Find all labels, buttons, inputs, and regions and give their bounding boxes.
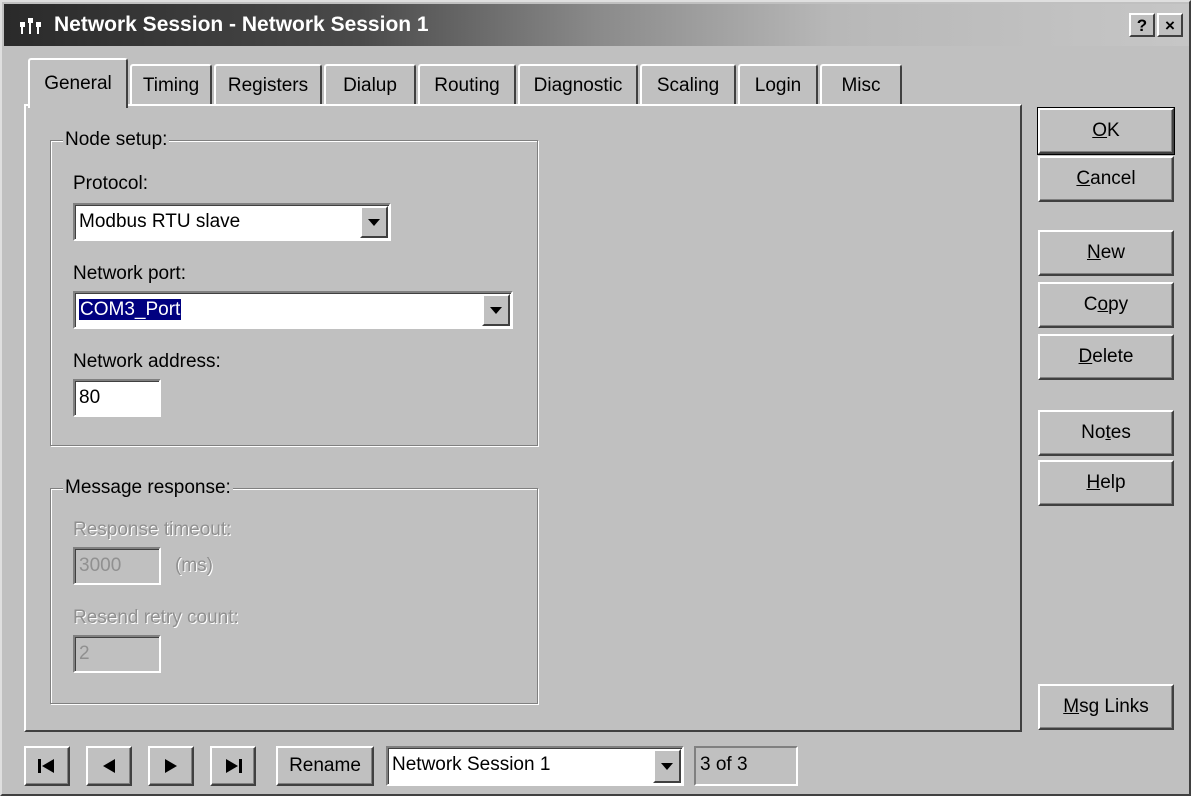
node-setup-group: Node setup: Protocol: Modbus RTU slave N… — [50, 129, 538, 446]
copy-label-pre: C — [1083, 294, 1098, 315]
session-dropdown-button[interactable] — [653, 749, 681, 783]
next-record-button[interactable] — [148, 746, 194, 786]
copy-label-post: py — [1108, 294, 1129, 315]
previous-record-button[interactable] — [86, 746, 132, 786]
record-counter: 3 of 3 — [694, 746, 798, 786]
tab-timing[interactable]: Timing — [130, 64, 212, 106]
last-record-icon — [226, 759, 242, 773]
first-record-icon — [38, 759, 54, 773]
delete-button[interactable]: Delete — [1038, 334, 1174, 380]
tab-misc-label: Misc — [841, 75, 881, 96]
message-response-label: Message response: — [63, 477, 233, 499]
network-port-value: COM3_Port — [79, 299, 182, 320]
response-timeout-label: Response timeout: — [73, 519, 232, 540]
cancel-button[interactable]: Cancel — [1038, 156, 1174, 202]
previous-record-icon — [103, 759, 115, 773]
msg-links-label-ul: M — [1063, 696, 1080, 717]
tab-dialup-label: Dialup — [343, 75, 397, 96]
message-response-group: Message response: Response timeout: 3000… — [50, 477, 538, 704]
protocol-label: Protocol: — [73, 173, 148, 194]
network-session-icon — [20, 18, 41, 34]
network-address-input[interactable]: 80 — [73, 379, 161, 417]
notes-label-post: es — [1110, 422, 1131, 443]
protocol-dropdown-button[interactable] — [360, 206, 388, 238]
tab-diagnostic-label: Diagnostic — [533, 75, 623, 96]
notes-button[interactable]: No t es — [1038, 410, 1174, 456]
next-record-icon — [165, 759, 177, 773]
tab-misc[interactable]: Misc — [820, 64, 902, 106]
tab-scaling-label: Scaling — [656, 75, 720, 96]
ok-button[interactable]: OK — [1037, 107, 1175, 155]
close-button[interactable]: × — [1157, 13, 1183, 37]
window-title: Network Session - Network Session 1 — [54, 13, 429, 36]
network-session-window: Network Session - Network Session 1 ? × … — [0, 0, 1191, 796]
tab-registers[interactable]: Registers — [214, 64, 322, 106]
ok-label-ul: O — [1092, 120, 1108, 141]
title-bar[interactable]: Network Session - Network Session 1 ? × — [4, 4, 1189, 46]
first-record-button[interactable] — [24, 746, 70, 786]
ok-label-post: K — [1107, 120, 1120, 141]
tab-routing[interactable]: Routing — [418, 64, 516, 106]
help-title-button[interactable]: ? — [1129, 13, 1155, 37]
new-label-post: ew — [1100, 242, 1126, 263]
rename-button[interactable]: Rename — [276, 746, 374, 786]
help-button[interactable]: Help — [1038, 460, 1174, 506]
general-tab-panel: Node setup: Protocol: Modbus RTU slave N… — [24, 104, 1022, 732]
new-button[interactable]: New — [1038, 230, 1174, 276]
chevron-down-icon — [368, 218, 380, 226]
help-label-post: elp — [1100, 472, 1126, 493]
tab-diagnostic[interactable]: Diagnostic — [518, 64, 638, 106]
tab-routing-label: Routing — [434, 75, 500, 96]
network-port-dropdown-button[interactable] — [482, 294, 510, 326]
tab-scaling[interactable]: Scaling — [640, 64, 736, 106]
response-timeout-input[interactable]: 3000 — [73, 547, 161, 585]
rename-label: Rename — [289, 755, 361, 776]
tab-login-label: Login — [754, 75, 802, 96]
network-address-label: Network address: — [73, 351, 221, 372]
tab-dialup[interactable]: Dialup — [324, 64, 416, 106]
resend-retry-input[interactable]: 2 — [73, 635, 161, 673]
network-port-label: Network port: — [73, 263, 186, 284]
tab-timing-label: Timing — [142, 75, 200, 96]
protocol-combo[interactable]: Modbus RTU slave — [73, 203, 391, 241]
tab-login[interactable]: Login — [738, 64, 818, 106]
msg-links-button[interactable]: Msg Links — [1038, 684, 1174, 730]
last-record-button[interactable] — [210, 746, 256, 786]
copy-label-ul: o — [1097, 294, 1109, 315]
protocol-value: Modbus RTU slave — [79, 211, 241, 232]
response-timeout-unit: (ms) — [175, 555, 213, 576]
chevron-down-icon — [661, 762, 673, 770]
session-select[interactable]: Network Session 1 — [386, 746, 684, 786]
session-select-value: Network Session 1 — [392, 754, 551, 775]
help-label-ul: H — [1086, 472, 1101, 493]
chevron-down-icon — [490, 306, 502, 314]
cancel-label-post: ancel — [1090, 168, 1136, 189]
delete-label-ul: D — [1078, 346, 1093, 367]
cancel-label-ul: C — [1076, 168, 1091, 189]
tab-general-label: General — [44, 73, 112, 94]
new-label-ul: N — [1086, 242, 1101, 263]
node-setup-label: Node setup: — [63, 129, 170, 151]
network-port-combo[interactable]: COM3_Port — [73, 291, 513, 329]
notes-label-pre: No — [1081, 422, 1106, 443]
delete-label-post: elete — [1092, 346, 1134, 367]
resend-retry-label: Resend retry count: — [73, 607, 239, 628]
copy-button[interactable]: Co py — [1038, 282, 1174, 328]
msg-links-label-post: sg Links — [1079, 696, 1149, 717]
tab-general[interactable]: General — [28, 58, 128, 108]
tab-registers-label: Registers — [227, 75, 309, 96]
